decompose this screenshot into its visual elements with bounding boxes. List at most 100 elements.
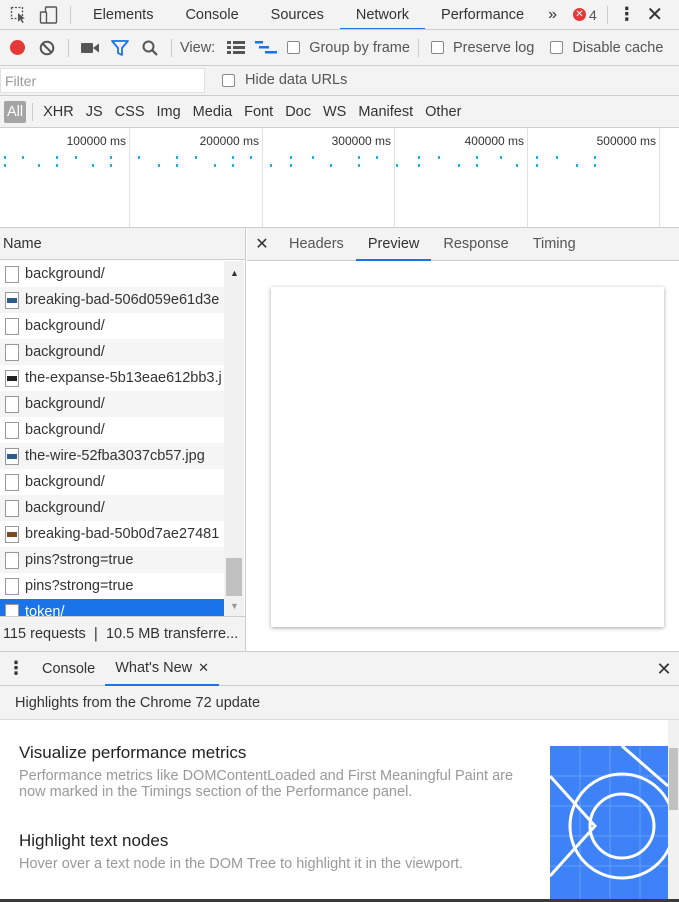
disable-cache-checkbox[interactable] [550,41,564,54]
request-name: background/ [25,266,105,282]
tab-performance[interactable]: Performance [425,0,540,29]
disable-cache-label: Disable cache [572,39,664,56]
close-tab-icon[interactable]: ✕ [198,651,209,685]
request-row[interactable]: background/ [0,313,224,339]
type-filter-manifest[interactable]: Manifest [352,101,419,123]
drawer-tab-console[interactable]: Console [32,652,105,686]
feature-item[interactable]: Highlight text nodes Hover over a text n… [19,831,519,872]
device-toolbar-icon[interactable] [34,0,64,29]
document-icon [5,265,19,283]
scroll-down-arrow-icon[interactable]: ▼ [230,601,239,611]
preserve-log-checkbox[interactable] [430,41,444,54]
request-row[interactable]: the-expanse-5b13eae612bb3.j [0,365,224,391]
request-list-scrollbar[interactable]: ▲ ▼ [224,261,244,616]
toolbar-separator-3 [417,38,419,57]
release-highlights-heading: Highlights from the Chrome 72 update [0,686,679,720]
type-filter-xhr[interactable]: XHR [37,101,80,123]
inspect-element-icon[interactable] [4,0,34,29]
request-name: background/ [25,474,105,490]
type-filter-all[interactable]: All [4,100,27,123]
request-name: background/ [25,396,105,412]
tab-elements[interactable]: Elements [77,0,169,29]
request-name: background/ [25,422,105,438]
drawer-menu-icon[interactable]: ⋮ [0,652,32,686]
type-filter-doc[interactable]: Doc [279,101,317,123]
request-activity-mark [418,164,420,167]
tab-headers[interactable]: Headers [277,228,356,261]
tab-response[interactable]: Response [431,228,520,261]
type-filter-font[interactable]: Font [238,101,279,123]
request-list[interactable]: background/breaking-bad-506d059e61d3e bac… [0,261,224,616]
request-activity-mark [110,156,112,159]
drawer-scrollbar[interactable] [668,720,679,902]
tab-sources[interactable]: Sources [255,0,340,29]
filter-input[interactable] [0,68,205,93]
capture-screenshots-icon[interactable] [75,33,105,63]
request-row[interactable]: pins?strong=true [0,547,224,573]
document-icon [5,577,19,595]
hide-data-urls-checkbox[interactable] [222,74,235,87]
request-row[interactable]: token/ [0,599,224,616]
large-rows-icon[interactable] [221,33,251,63]
type-filter-img[interactable]: Img [151,101,187,123]
record-button-icon[interactable] [2,33,32,63]
search-icon[interactable] [135,33,165,63]
more-tabs-button[interactable]: » [540,0,565,29]
type-filter-css[interactable]: CSS [109,101,151,123]
tab-timing[interactable]: Timing [521,228,588,261]
tab-preview[interactable]: Preview [355,228,432,261]
request-activity-mark [358,156,360,159]
request-activity-mark [576,164,578,167]
request-row[interactable]: background/ [0,339,224,365]
resource-type-filters: All XHR JS CSS Img Media Font Doc WS Man… [0,96,679,128]
group-by-frame-label: Group by frame [309,39,410,56]
request-list-pane: Name background/breaking-bad-506d059e61d… [0,228,246,651]
type-filter-media[interactable]: Media [187,101,239,123]
type-filter-ws[interactable]: WS [317,101,352,123]
request-row[interactable]: pins?strong=true [0,573,224,599]
request-activity-mark [500,156,502,159]
document-icon [5,473,19,491]
request-row[interactable]: background/ [0,261,224,287]
request-row[interactable]: breaking-bad-506d059e61d3e [0,287,224,313]
kebab-menu-icon[interactable]: ⋮ [614,0,640,29]
request-name: pins?strong=true [25,578,134,594]
filter-icon[interactable] [105,33,135,63]
request-activity-mark [232,164,234,167]
request-activity-mark [214,164,216,167]
waterfall-overview-icon[interactable] [251,33,281,63]
scrollbar-thumb[interactable] [226,558,242,596]
drawer-scrollbar-thumb[interactable] [669,748,678,810]
feature-illustration [550,746,668,902]
tab-network[interactable]: Network [339,0,426,29]
toolbar-separator-2 [171,38,172,57]
request-row[interactable]: background/ [0,417,224,443]
drawer-tab-whats-new[interactable]: What's New ✕ [105,651,220,686]
clear-icon[interactable] [32,33,62,63]
group-by-frame-checkbox[interactable] [287,41,301,54]
tab-console[interactable]: Console [169,0,254,29]
time-tick-label: 100000 ms [66,134,126,148]
name-column-header[interactable]: Name [0,228,245,260]
close-devtools-icon[interactable]: ✕ [640,0,670,29]
view-label: View: [180,39,216,56]
type-filter-js[interactable]: JS [80,101,109,123]
type-filter-other[interactable]: Other [419,101,467,123]
request-row[interactable]: background/ [0,469,224,495]
request-name: background/ [25,318,105,334]
request-row[interactable]: background/ [0,495,224,521]
timeline-overview[interactable]: 100000 ms 200000 ms 300000 ms 400000 ms … [0,128,679,228]
image-thumbnail-icon [5,447,19,465]
feature-item[interactable]: Visualize performance metrics Performanc… [19,743,519,800]
time-tick-label: 300000 ms [331,134,391,148]
filter-bar: Hide data URLs [0,66,679,96]
type-filter-separator [32,102,34,121]
request-row[interactable]: breaking-bad-50b0d7ae27481 [0,521,224,547]
error-badge[interactable]: ✕ 4 [572,7,597,23]
request-row[interactable]: the-wire-52fba3037cb57.jpg [0,443,224,469]
document-icon [5,551,19,569]
close-drawer-icon[interactable]: ✕ [651,652,677,686]
scroll-up-arrow-icon[interactable]: ▲ [230,268,239,278]
close-detail-icon[interactable]: ✕ [247,228,277,261]
request-row[interactable]: background/ [0,391,224,417]
